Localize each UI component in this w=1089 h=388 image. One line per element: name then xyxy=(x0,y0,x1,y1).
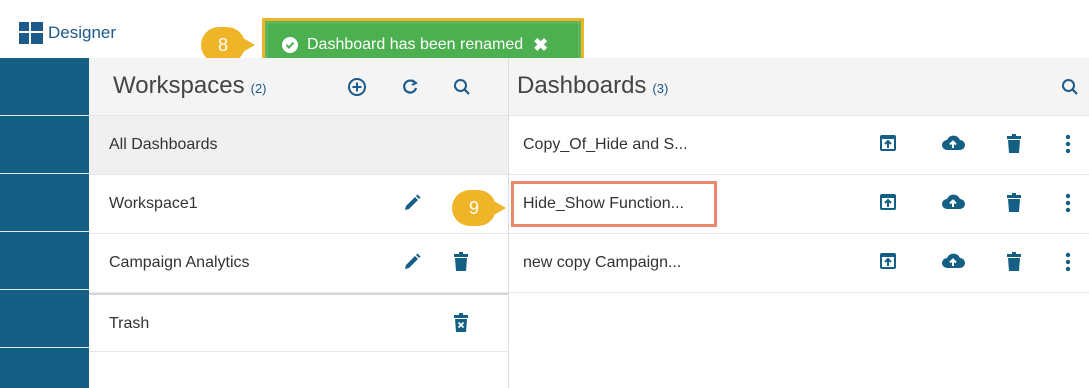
check-circle-icon xyxy=(282,37,298,53)
more-options-icon[interactable] xyxy=(1065,193,1087,215)
add-workspace-icon[interactable] xyxy=(346,76,368,98)
callout-badge-9: 9 xyxy=(452,190,506,226)
toast-message: Dashboard has been renamed xyxy=(307,36,524,53)
dashboards-title-wrap: Dashboards (3) xyxy=(517,72,668,100)
dashboards-header: Dashboards (3) xyxy=(509,58,1089,116)
cloud-upload-icon[interactable] xyxy=(941,134,965,156)
left-nav xyxy=(0,58,89,388)
trash-icon[interactable] xyxy=(1006,193,1028,215)
workspaces-title: Workspaces xyxy=(113,72,245,99)
workspace-item-all-dashboards[interactable]: All Dashboards xyxy=(89,116,508,175)
nav-item[interactable] xyxy=(0,58,89,116)
trash-bin-icon[interactable] xyxy=(453,313,473,335)
workspaces-panel: Workspaces (2) All Dashboards Workspace1 … xyxy=(89,58,509,388)
dashboard-name: new copy Campaign... xyxy=(523,254,682,271)
workspaces-count: (2) xyxy=(250,81,267,96)
workspace-item-trash[interactable]: Trash xyxy=(89,293,508,352)
dashboard-name: Hide_Show Function... xyxy=(523,195,684,212)
more-options-icon[interactable] xyxy=(1065,252,1087,274)
publish-icon[interactable] xyxy=(879,134,901,156)
dashboards-title: Dashboards xyxy=(517,72,647,99)
cloud-upload-icon[interactable] xyxy=(941,252,965,274)
dashboards-count: (3) xyxy=(652,81,669,96)
dashboard-name: Copy_Of_Hide and S... xyxy=(523,136,688,153)
trash-icon[interactable] xyxy=(1006,134,1028,156)
workspace-item-campaign-analytics[interactable]: Campaign Analytics xyxy=(89,234,508,293)
designer-logo-icon xyxy=(19,22,43,44)
search-icon[interactable] xyxy=(451,76,473,98)
dashboards-panel: Dashboards (3) Copy_Of_Hide and S... Hide… xyxy=(509,58,1089,388)
cloud-upload-icon[interactable] xyxy=(941,193,965,215)
nav-item[interactable] xyxy=(0,232,89,290)
dashboard-row[interactable]: new copy Campaign... xyxy=(509,234,1089,293)
workspaces-header: Workspaces (2) xyxy=(89,58,508,116)
nav-item[interactable] xyxy=(0,174,89,232)
close-icon[interactable]: ✖ xyxy=(533,35,548,56)
workspace-label: Campaign Analytics xyxy=(109,254,250,271)
workspace-label: Trash xyxy=(109,315,150,332)
workspaces-title-wrap: Workspaces (2) xyxy=(113,72,267,100)
dashboard-row[interactable]: Copy_Of_Hide and S... xyxy=(509,116,1089,175)
trash-icon[interactable] xyxy=(1006,252,1028,274)
trash-icon[interactable] xyxy=(453,252,473,274)
nav-item[interactable] xyxy=(0,116,89,174)
edit-icon[interactable] xyxy=(402,193,422,215)
refresh-icon[interactable] xyxy=(399,76,421,98)
nav-item[interactable] xyxy=(0,290,89,348)
workspace-item-workspace1[interactable]: Workspace1 xyxy=(89,175,508,234)
dashboard-row[interactable]: Hide_Show Function... xyxy=(509,175,1089,234)
app-title: Designer xyxy=(48,23,117,42)
workspace-label: Workspace1 xyxy=(109,195,198,212)
publish-icon[interactable] xyxy=(879,193,901,215)
more-options-icon[interactable] xyxy=(1065,134,1087,156)
edit-icon[interactable] xyxy=(402,252,422,274)
publish-icon[interactable] xyxy=(879,252,901,274)
search-icon[interactable] xyxy=(1059,76,1081,98)
workspace-label: All Dashboards xyxy=(109,136,218,153)
